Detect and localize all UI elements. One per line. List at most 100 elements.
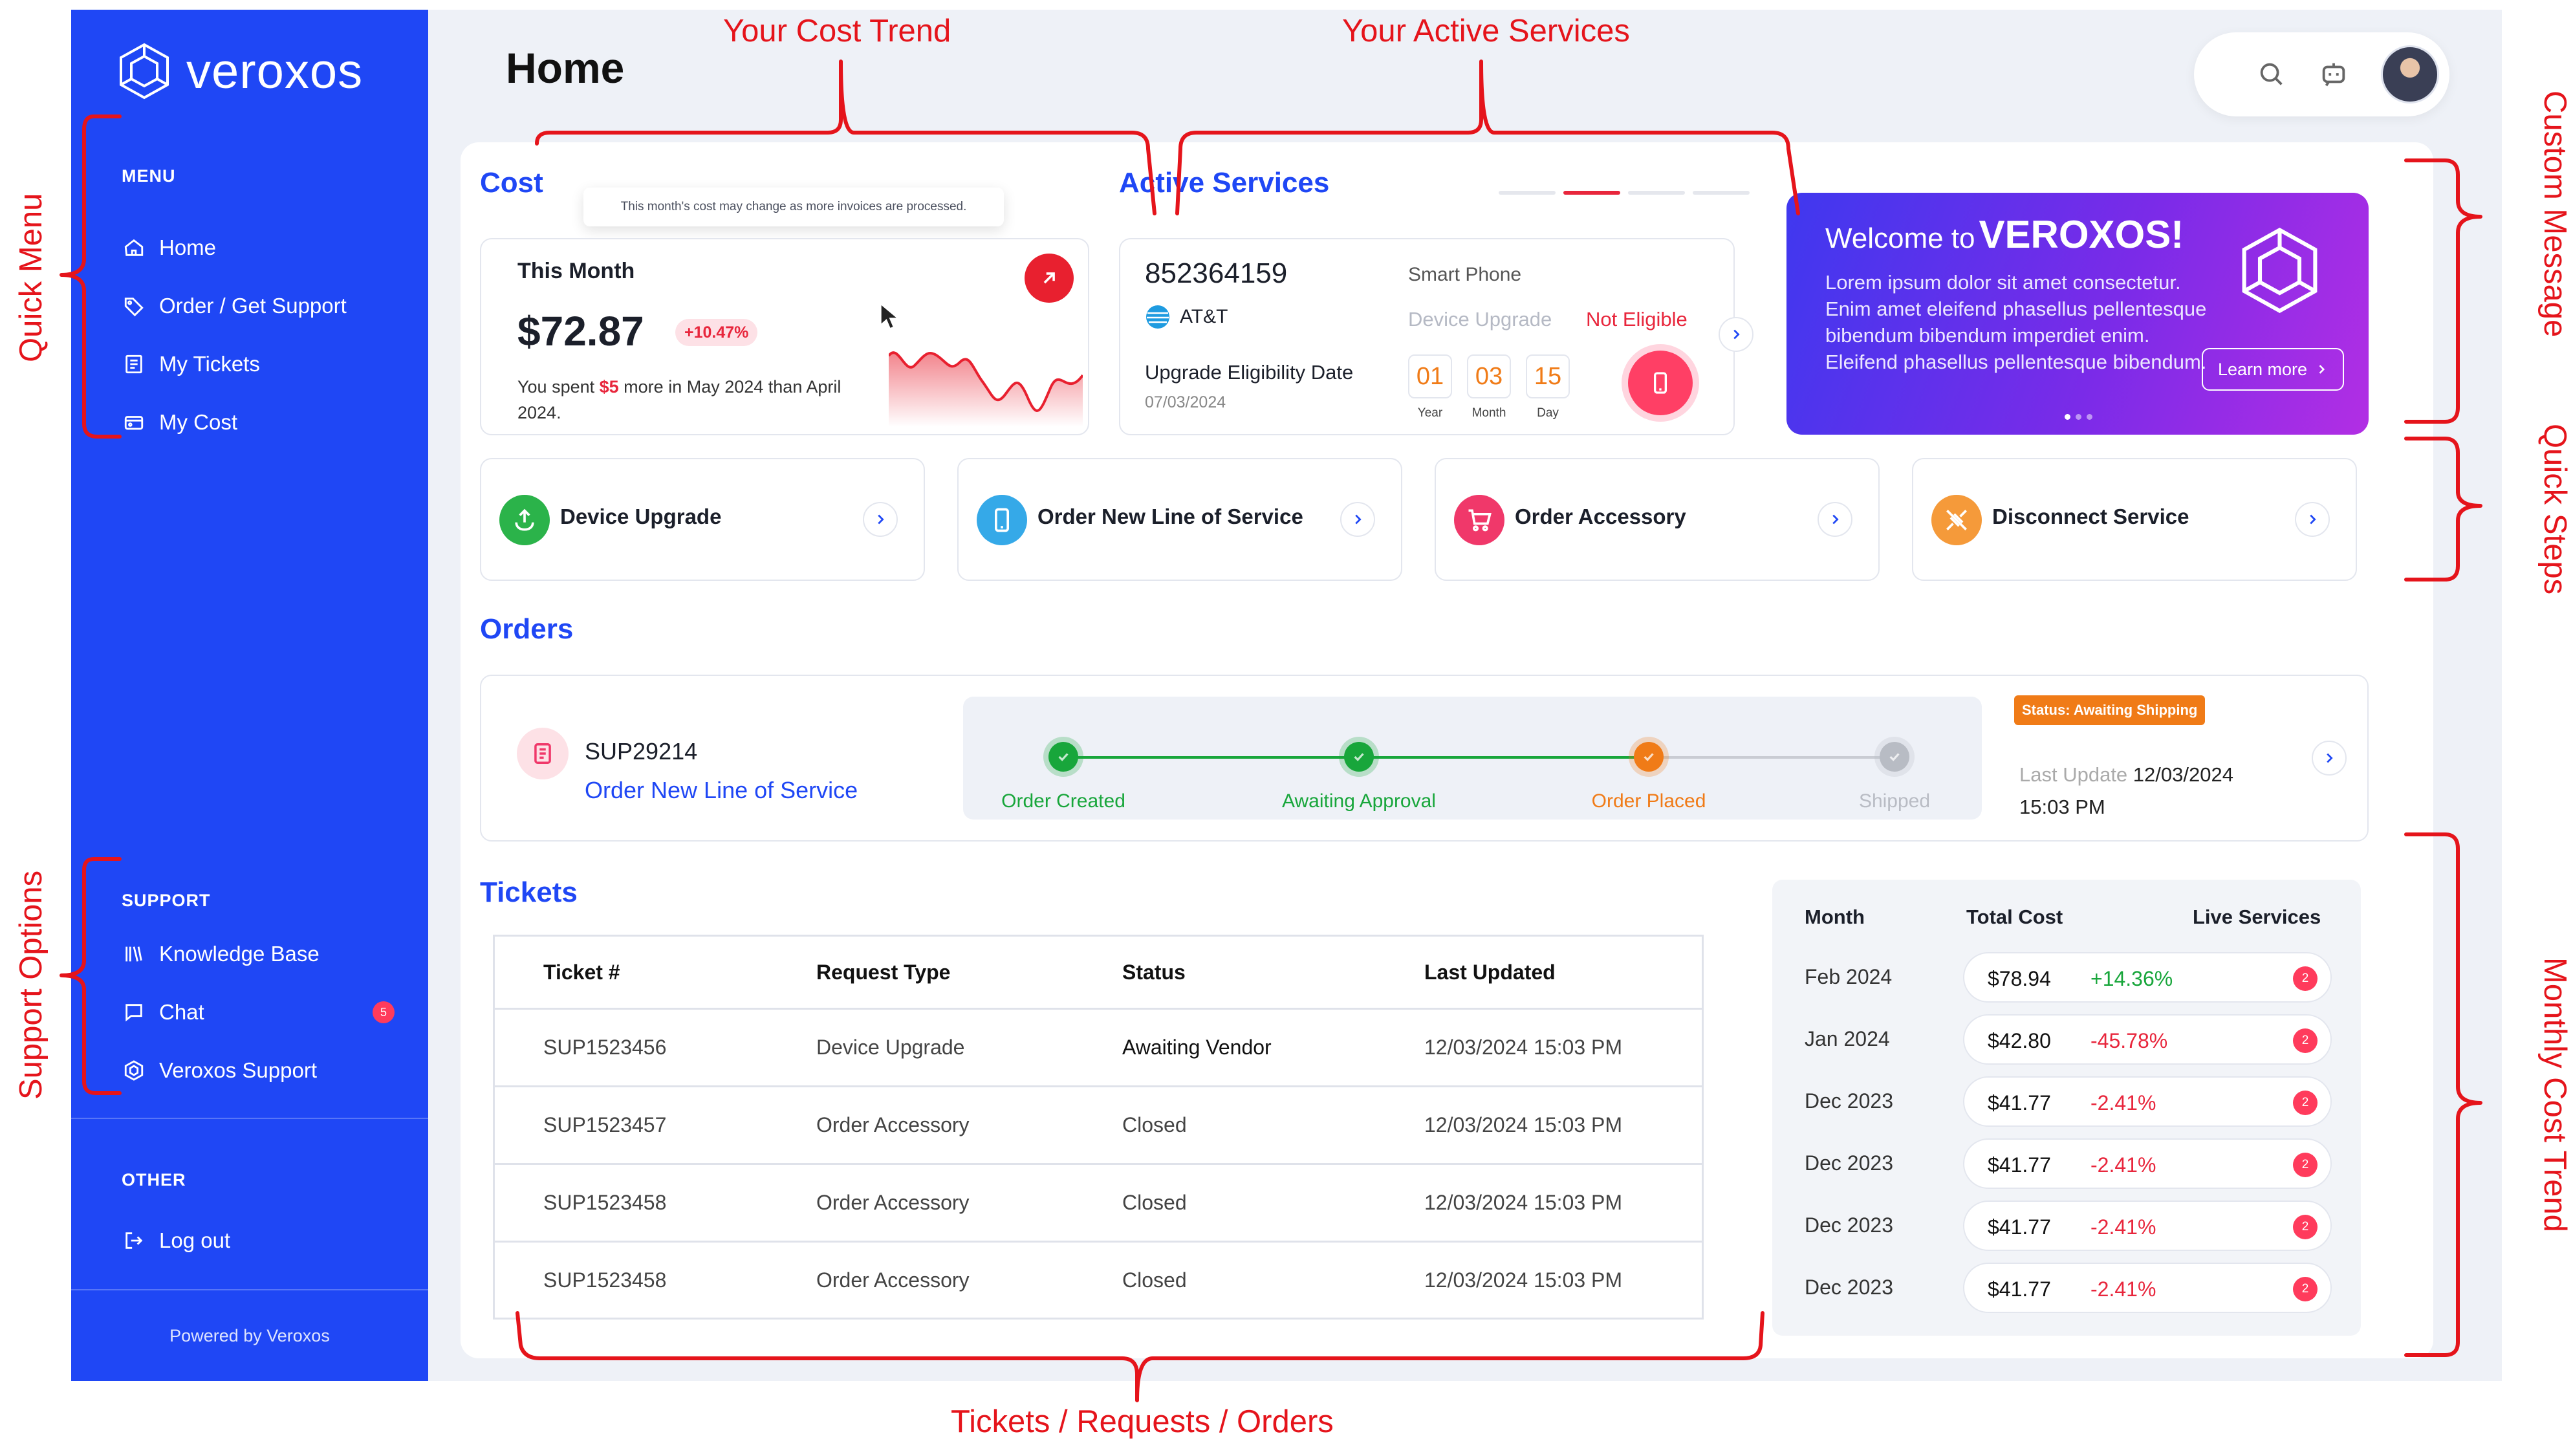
live-services-count: 2: [2293, 1153, 2318, 1177]
table-header-row: Ticket # Request Type Status Last Update…: [495, 937, 1702, 1010]
cost-change-badge: +10.47%: [675, 319, 758, 346]
month-cost-row[interactable]: $42.80 -45.78% 2: [1963, 1014, 2332, 1065]
services-carousel-indicator[interactable]: [1499, 191, 1750, 195]
annotation-monthly-cost-trend: Monthly Cost Trend: [2537, 957, 2572, 1232]
chevron-right-icon: [2319, 365, 2325, 374]
ticket-last-updated: 12/03/2024 15:03 PM: [1424, 1113, 1623, 1136]
sidebar-divider: [71, 1289, 428, 1290]
table-row[interactable]: SUP1523456 Device Upgrade Awaiting Vendo…: [495, 1010, 1702, 1087]
ticket-request-type: Order Accessory: [816, 1113, 970, 1136]
month-change: -2.41%: [2090, 1153, 2156, 1177]
month-label: Jan 2024: [1805, 1027, 1890, 1050]
month-cost-row[interactable]: $78.94 +14.36% 2: [1963, 952, 2332, 1003]
quick-step-order-new-line[interactable]: Order New Line of Service: [957, 458, 1402, 581]
step-label: Awaiting Approval: [1282, 790, 1436, 812]
welcome-banner: Welcome to VEROXOS! Lorem ipsum dolor sit…: [1786, 193, 2369, 435]
banner-dot[interactable]: [2076, 414, 2081, 420]
month-cost-row[interactable]: $41.77 -2.41% 2: [1963, 1201, 2332, 1251]
ticket-status: Closed: [1122, 1191, 1187, 1214]
sidebar-item-knowledge-base[interactable]: Knowledge Base: [123, 931, 395, 977]
month-change: -2.41%: [2090, 1277, 2156, 1301]
banner-pagination[interactable]: [2065, 414, 2092, 420]
month-cost-row[interactable]: $41.77 -2.41% 2: [1963, 1076, 2332, 1127]
page-title: Home: [506, 44, 625, 92]
active-service-card[interactable]: 852364159 Smart Phone AT&T Device Upgrad…: [1119, 238, 1735, 435]
welcome-prefix: Welcome to: [1825, 223, 1975, 254]
tickets-heading: Tickets: [480, 876, 578, 908]
table-row[interactable]: SUP1523457 Order Accessory Closed 12/03/…: [495, 1087, 1702, 1165]
sidebar-item-my-tickets[interactable]: My Tickets: [123, 342, 395, 387]
quick-step-arrow[interactable]: [1818, 502, 1852, 537]
carrier-globe-icon: [1146, 305, 1169, 329]
logout-icon: [125, 1232, 143, 1249]
ticket-id: SUP1523458: [543, 1191, 667, 1214]
active-services-heading: Active Services: [1119, 167, 1330, 199]
table-row[interactable]: SUP1523458 Order Accessory Closed 12/03/…: [495, 1243, 1702, 1318]
month-cost-row[interactable]: $41.77 -2.41% 2: [1963, 1138, 2332, 1189]
month-cost-row[interactable]: $41.77 -2.41% 2: [1963, 1263, 2332, 1313]
carousel-dot[interactable]: [1499, 191, 1556, 195]
sidebar-item-log-out[interactable]: Log out: [123, 1218, 395, 1263]
carousel-dot[interactable]: [1628, 191, 1685, 195]
cost-card[interactable]: This Month $72.87 +10.47% You spent $5 m…: [480, 238, 1089, 435]
sidebar-item-chat[interactable]: Chat 5: [123, 990, 395, 1035]
cost-note: You spent $5 more in May 2024 than April…: [517, 374, 886, 426]
banner-dot-active[interactable]: [2065, 414, 2070, 420]
order-type-link[interactable]: Order New Line of Service: [585, 777, 858, 804]
ticket-last-updated: 12/03/2024 15:03 PM: [1424, 1268, 1623, 1292]
chevron-right-icon: [2310, 514, 2316, 525]
tickets-table: Ticket # Request Type Status Last Update…: [493, 935, 1704, 1320]
sidebar-item-label: Knowledge Base: [159, 942, 320, 966]
quick-step-label: Order New Line of Service: [1037, 505, 1303, 528]
search-icon[interactable]: [2257, 60, 2286, 89]
countdown-months: 03: [1467, 354, 1511, 398]
countdown-months-caption: Month: [1471, 406, 1506, 420]
chat-icon: [125, 1004, 142, 1022]
sidebar-item-veroxos-support[interactable]: Veroxos Support: [123, 1048, 395, 1093]
chevron-right-icon: [2327, 753, 2333, 763]
hex-icon: [124, 1060, 144, 1081]
services-next-button[interactable]: [1719, 317, 1753, 352]
quick-step-order-accessory[interactable]: Order Accessory: [1435, 458, 1880, 581]
ticket-id: SUP1523458: [543, 1268, 667, 1292]
other-section-title: OTHER: [122, 1170, 186, 1190]
quick-step-device-upgrade[interactable]: Device Upgrade: [480, 458, 925, 581]
user-avatar[interactable]: [2381, 45, 2439, 103]
order-card[interactable]: SUP29214 Order New Line of Service Order…: [480, 675, 2369, 842]
quick-step-arrow[interactable]: [2295, 502, 2330, 537]
upgrade-phone-button[interactable]: [1628, 351, 1693, 415]
order-details-button[interactable]: [2312, 741, 2347, 776]
wallet-icon: [124, 416, 144, 430]
month-label: Feb 2024: [1805, 965, 1893, 988]
carousel-dot-active[interactable]: [1563, 191, 1620, 195]
ticket-last-updated: 12/03/2024 15:03 PM: [1424, 1036, 1623, 1059]
order-document-icon: [517, 728, 569, 779]
mouse-cursor-icon: [880, 303, 900, 330]
column-header[interactable]: Request Type: [816, 961, 950, 984]
sidebar-item-my-cost[interactable]: My Cost: [123, 400, 395, 445]
learn-more-button[interactable]: Learn more: [2202, 348, 2344, 391]
annotation-quick-steps: Quick Steps: [2537, 424, 2572, 595]
column-header: Month: [1805, 906, 1865, 928]
banner-dot[interactable]: [2087, 414, 2092, 420]
annotation-tickets: Tickets / Requests / Orders: [951, 1404, 1334, 1439]
cost-trend-button[interactable]: [1025, 254, 1074, 303]
chevron-right-icon: [1355, 514, 1362, 525]
carousel-dot[interactable]: [1693, 191, 1750, 195]
ticket-status: Closed: [1122, 1113, 1187, 1136]
phone-icon: [1654, 372, 1667, 394]
month-label: Dec 2023: [1805, 1276, 1893, 1299]
column-header[interactable]: Status: [1122, 961, 1186, 984]
quick-step-disconnect-service[interactable]: Disconnect Service: [1912, 458, 2357, 581]
column-header[interactable]: Ticket #: [543, 961, 620, 984]
column-header[interactable]: Last Updated: [1424, 961, 1556, 984]
chatbot-icon[interactable]: [2319, 60, 2349, 89]
sidebar-item-home[interactable]: Home: [123, 225, 395, 270]
quick-step-arrow[interactable]: [1340, 502, 1375, 537]
progress-line-complete: [1063, 756, 1359, 759]
brand-logo[interactable]: veroxos: [118, 42, 363, 100]
table-row[interactable]: SUP1523458 Order Accessory Closed 12/03/…: [495, 1165, 1702, 1243]
month-cost: $78.94: [1988, 967, 2051, 990]
sidebar-item-order-support[interactable]: Order / Get Support: [123, 283, 395, 329]
quick-step-arrow[interactable]: [863, 502, 898, 537]
